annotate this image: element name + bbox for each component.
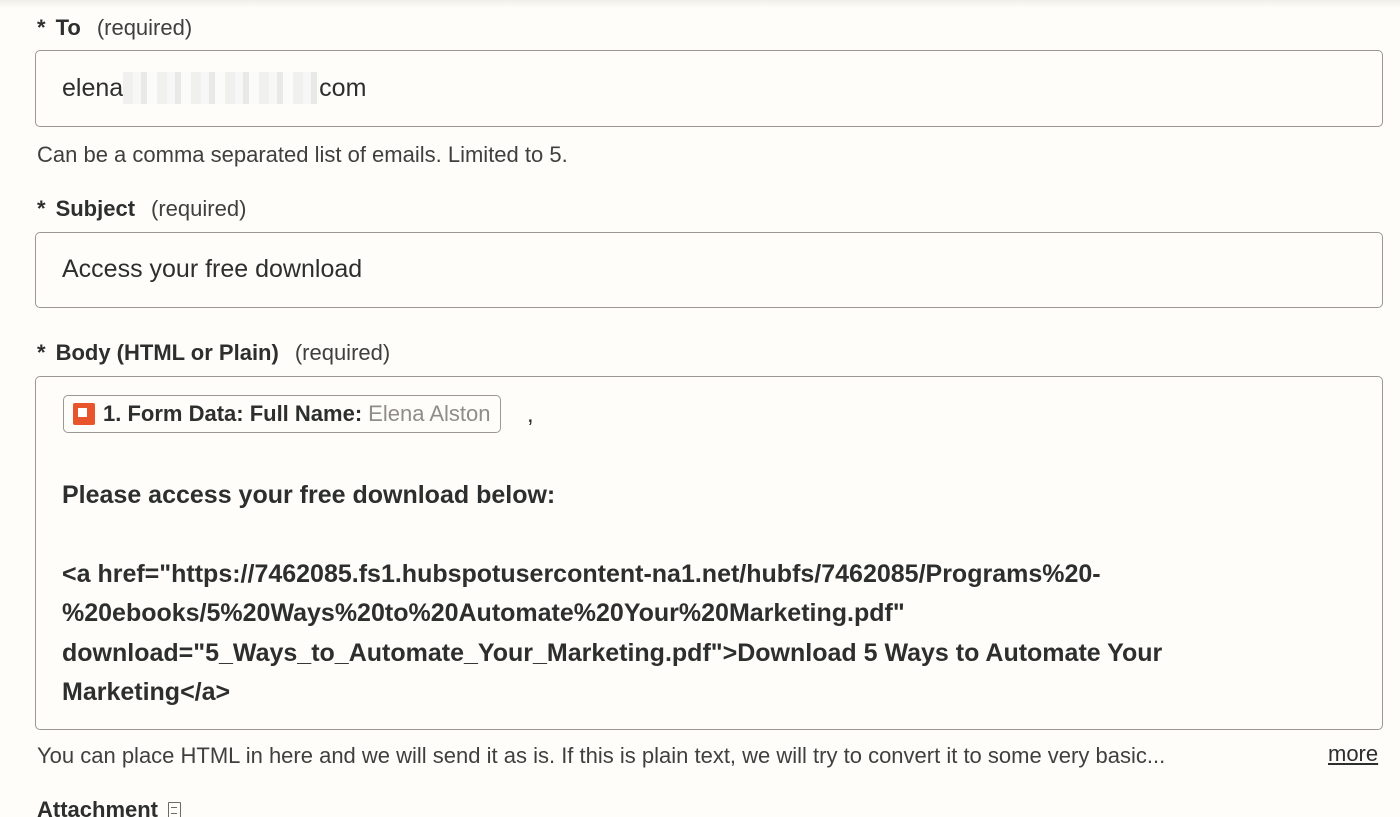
to-help-text: Can be a comma separated list of emails.…: [37, 142, 568, 167]
pill-trailing-comma: ,: [527, 401, 534, 428]
top-shadow: [0, 0, 1400, 8]
to-label-text: To: [55, 15, 81, 40]
body-line: download="5_Ways_to_Automate_Your_Market…: [62, 639, 1163, 667]
body-input[interactable]: 1. Form Data: Full Name: Elena Alston , …: [35, 376, 1383, 730]
body-label: * Body (HTML or Plain) (required): [37, 339, 390, 367]
subject-value: Access your free download: [62, 255, 363, 283]
email-action-form: * To (required) elena com Can be a comma …: [0, 0, 1400, 817]
to-value-prefix: elena: [62, 74, 124, 102]
to-input[interactable]: elena com: [35, 50, 1383, 127]
body-label-text: Body (HTML or Plain): [55, 340, 279, 365]
required-star: *: [37, 196, 46, 221]
required-hint: (required): [294, 340, 391, 365]
document-icon: [168, 802, 182, 817]
required-star: *: [37, 340, 46, 365]
to-label: * To (required): [37, 14, 192, 42]
to-value: elena com: [62, 72, 366, 104]
required-hint: (required): [151, 196, 247, 221]
redacted-email-segment: [123, 72, 320, 104]
attachment-label-text: Attachment: [37, 797, 159, 817]
to-value-suffix: com: [319, 74, 367, 102]
pill-field-value: Elena Alston: [368, 401, 491, 426]
required-star: *: [37, 15, 46, 40]
required-hint: (required): [96, 15, 193, 40]
pill-field-name: 1. Form Data: Full Name:: [103, 401, 363, 426]
form-data-full-name-pill[interactable]: 1. Form Data: Full Name: Elena Alston: [63, 395, 502, 433]
body-line: Marketing</a>: [62, 678, 231, 706]
body-line: Please access your free download below:: [62, 481, 556, 509]
body-line: <a href="https://7462085.fs1.hubspotuser…: [62, 560, 1101, 588]
more-link[interactable]: more: [1328, 740, 1378, 768]
body-help-text: You can place HTML in here and we will s…: [37, 743, 1166, 768]
subject-label: * Subject (required): [37, 195, 246, 223]
attachment-label: Attachment: [37, 796, 182, 817]
form-data-icon: [73, 403, 95, 425]
body-line: %20ebooks/5%20Ways%20to%20Automate%20You…: [62, 599, 905, 627]
subject-input[interactable]: Access your free download: [35, 232, 1383, 308]
subject-label-text: Subject: [55, 196, 136, 221]
